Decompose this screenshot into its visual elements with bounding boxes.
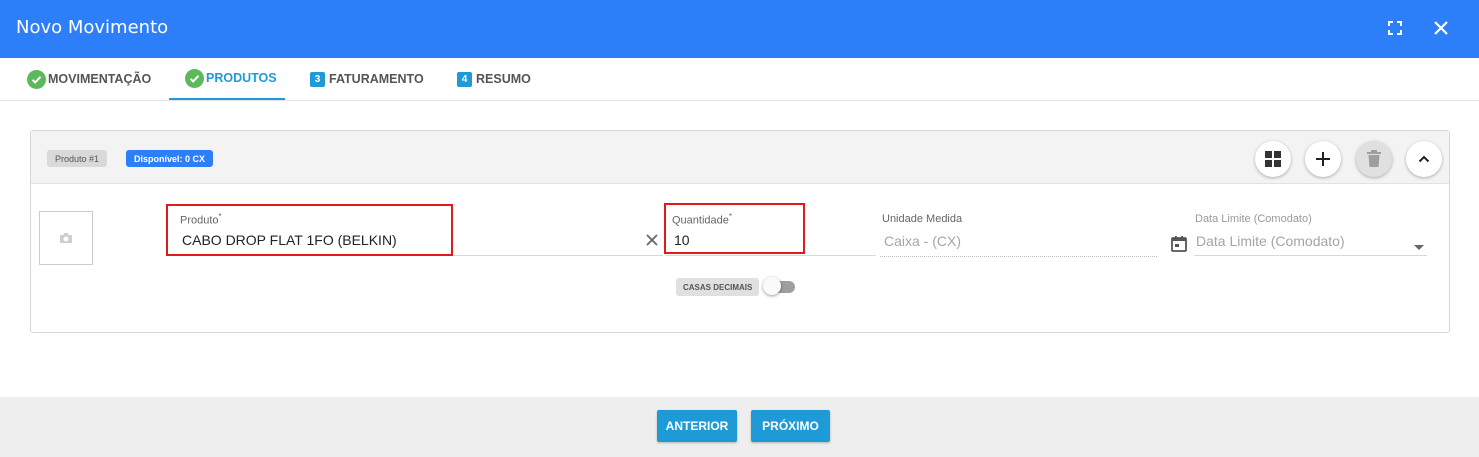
product-card-header: Produto #1 Disponível: 0 CX: [31, 131, 1449, 184]
tab-label: RESUMO: [476, 72, 531, 86]
tab-label: PRODUTOS: [206, 71, 277, 85]
unidade-value: Caixa - (CX): [884, 233, 962, 249]
calendar-icon[interactable]: [1170, 235, 1188, 253]
close-icon[interactable]: [1429, 16, 1453, 40]
chevron-up-icon: [1418, 155, 1430, 163]
data-limite-label: Data Limite (Comodato): [1195, 213, 1312, 225]
wizard-tabs: MOVIMENTAÇÃO PRODUTOS 3 FATURAMENTO 4 RE…: [0, 58, 1479, 101]
data-limite-underline: [1194, 255, 1427, 256]
new-movement-dialog: Novo Movimento MOVIMENTAÇÃO PRODUTOS 3 F…: [0, 0, 1479, 457]
clear-icon[interactable]: [644, 232, 660, 248]
dialog-header: Novo Movimento: [0, 0, 1479, 58]
camera-icon: [60, 233, 72, 243]
trash-icon: [1367, 150, 1381, 167]
dropdown-arrow-icon[interactable]: [1414, 238, 1424, 250]
product-photo-placeholder[interactable]: [39, 211, 93, 265]
tab-label: FATURAMENTO: [329, 72, 424, 86]
plus-icon: [1316, 152, 1330, 166]
grid-view-button[interactable]: [1255, 141, 1291, 177]
data-limite-select[interactable]: Data Limite (Comodato): [1196, 233, 1345, 249]
casas-decimais-label: CASAS DECIMAIS: [676, 278, 760, 296]
step-number-4: 4: [457, 71, 472, 87]
grid-icon: [1265, 151, 1281, 167]
previous-button[interactable]: ANTERIOR: [657, 410, 737, 442]
product-card: Produto #1 Disponível: 0 CX Produto* CAB…: [30, 130, 1450, 333]
quantidade-label: Quantidade*: [672, 212, 733, 227]
tab-faturamento[interactable]: 3 FATURAMENTO: [310, 58, 424, 100]
fullscreen-icon[interactable]: [1383, 16, 1407, 40]
tab-resumo[interactable]: 4 RESUMO: [457, 58, 531, 100]
dialog-footer: ANTERIOR PRÓXIMO: [0, 397, 1479, 457]
step-number-3: 3: [310, 71, 325, 87]
product-number-badge: Produto #1: [47, 150, 108, 167]
casas-decimais-toggle[interactable]: [763, 277, 795, 295]
delete-product-button[interactable]: [1356, 141, 1392, 177]
available-stock-badge: Disponível: 0 CX: [126, 150, 214, 167]
check-icon: [27, 69, 46, 89]
next-button[interactable]: PRÓXIMO: [751, 410, 830, 442]
add-product-button[interactable]: [1305, 141, 1341, 177]
tab-label: MOVIMENTAÇÃO: [48, 72, 152, 86]
tab-produtos[interactable]: PRODUTOS: [169, 58, 285, 100]
check-icon: [185, 68, 204, 88]
produto-label: Produto*: [180, 212, 222, 227]
toggle-knob: [763, 277, 781, 295]
unidade-underline: [880, 256, 1157, 257]
quantidade-input[interactable]: 10: [674, 232, 690, 248]
produto-underline: [168, 255, 663, 256]
unidade-label: Unidade Medida: [882, 213, 963, 225]
collapse-card-button[interactable]: [1406, 141, 1442, 177]
dialog-title: Novo Movimento: [16, 17, 169, 38]
quantidade-underline: [665, 255, 876, 256]
produto-input[interactable]: CABO DROP FLAT 1FO (BELKIN): [182, 232, 397, 248]
tab-movimentacao[interactable]: MOVIMENTAÇÃO: [27, 58, 151, 100]
